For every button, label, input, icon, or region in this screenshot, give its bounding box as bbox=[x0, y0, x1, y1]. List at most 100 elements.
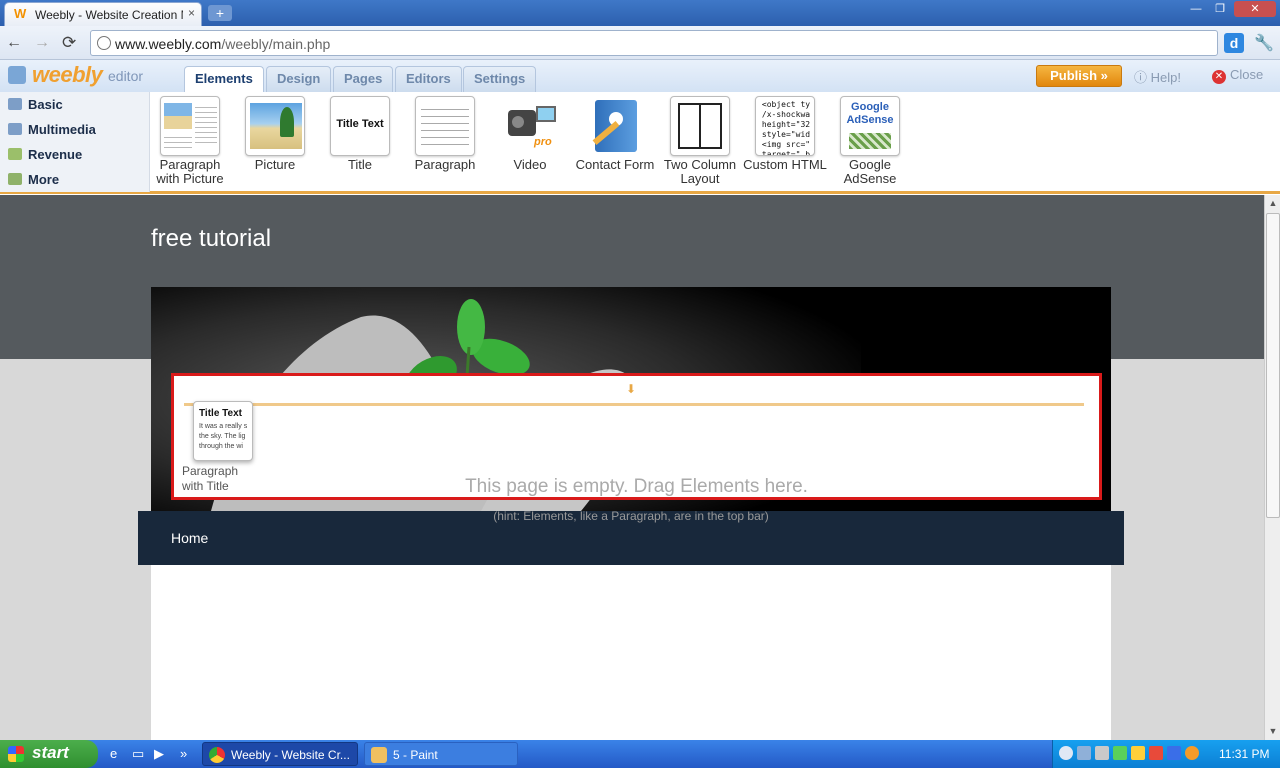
window-close-button[interactable]: ✕ bbox=[1234, 1, 1276, 17]
picture-icon bbox=[245, 96, 305, 156]
element-label: Picture bbox=[254, 157, 296, 172]
tab-editors[interactable]: Editors bbox=[395, 66, 462, 92]
element-label: Custom HTML bbox=[743, 157, 827, 172]
page-icon bbox=[97, 36, 111, 50]
folder-icon bbox=[8, 148, 22, 160]
bluetooth-icon[interactable] bbox=[1167, 746, 1181, 760]
browser-toolbar: ← → ⟳ www.weebly.com/weebly/main.php ☆ d… bbox=[0, 26, 1280, 60]
element-custom-html[interactable]: <object ty /x-shockwa height="32 style="… bbox=[743, 96, 827, 188]
element-two-column-layout[interactable]: Two Column Layout bbox=[658, 96, 742, 188]
element-picture[interactable]: Picture bbox=[233, 96, 317, 188]
logo-text: weebly bbox=[32, 62, 103, 87]
media-player-icon[interactable]: ▶ bbox=[154, 746, 170, 762]
category-multimedia[interactable]: Multimedia bbox=[8, 122, 148, 144]
category-basic[interactable]: Basic bbox=[8, 97, 148, 119]
start-label: start bbox=[32, 743, 69, 762]
adsense-icon: Google AdSense bbox=[840, 96, 900, 156]
element-title[interactable]: Title Text Title bbox=[318, 96, 402, 188]
contact-form-icon bbox=[585, 96, 645, 156]
quicklaunch-more-icon[interactable]: » bbox=[180, 746, 196, 762]
element-google-adsense[interactable]: Google AdSense Google AdSense bbox=[828, 96, 912, 188]
taskbar-item-weebly[interactable]: Weebly - Website Cr... bbox=[202, 742, 358, 766]
forward-arrow-icon[interactable]: → bbox=[34, 34, 52, 52]
title-thumb-text: Title Text bbox=[336, 118, 384, 130]
page-content bbox=[151, 565, 1111, 740]
folder-icon bbox=[8, 98, 22, 110]
wrench-icon[interactable]: 🔧 bbox=[1254, 33, 1274, 53]
publish-button[interactable]: Publish » bbox=[1036, 65, 1122, 87]
system-tray: 11:31 PM bbox=[1052, 740, 1280, 768]
internet-explorer-icon[interactable]: e bbox=[110, 746, 126, 762]
empty-page-message: This page is empty. Drag Elements here. bbox=[465, 476, 808, 497]
two-column-icon bbox=[670, 96, 730, 156]
insertion-indicator bbox=[184, 403, 1084, 406]
scroll-thumb[interactable] bbox=[1266, 213, 1280, 518]
category-label: Revenue bbox=[28, 147, 83, 162]
scroll-up-arrow-icon[interactable]: ▲ bbox=[1265, 195, 1280, 211]
chrome-icon bbox=[209, 747, 225, 763]
element-paragraph-with-picture[interactable]: Paragraph with Picture bbox=[148, 96, 232, 188]
browser-titlebar: W Weebly - Website Creation Ma × + — ❐ ✕ bbox=[0, 0, 1280, 26]
windows-logo-icon bbox=[8, 746, 24, 762]
network-icon[interactable] bbox=[1077, 746, 1091, 760]
help-link[interactable]: ⓘ Help! bbox=[1134, 67, 1198, 85]
antivirus-icon[interactable] bbox=[1149, 746, 1163, 760]
reload-icon[interactable]: ⟳ bbox=[62, 33, 82, 53]
element-label: Two Column Layout bbox=[663, 157, 737, 186]
tab-design[interactable]: Design bbox=[266, 66, 332, 92]
weebly-logo: weebly editor bbox=[8, 62, 158, 88]
browser-tab[interactable]: W Weebly - Website Creation Ma × bbox=[4, 2, 202, 26]
category-label: More bbox=[28, 172, 60, 187]
back-arrow-icon[interactable]: ← bbox=[6, 34, 24, 52]
new-tab-button[interactable]: + bbox=[208, 5, 232, 21]
clock: 11:31 PM bbox=[1219, 747, 1270, 761]
help-label: Help! bbox=[1150, 70, 1181, 85]
site-title[interactable]: free tutorial bbox=[151, 225, 271, 253]
tab-elements[interactable]: Elements bbox=[184, 66, 264, 93]
adsense-thumb-text: Google AdSense bbox=[846, 101, 894, 126]
tab-settings[interactable]: Settings bbox=[463, 66, 537, 92]
element-label: Paragraph with Picture bbox=[156, 157, 224, 186]
element-contact-form[interactable]: Contact Form bbox=[573, 96, 657, 188]
hint-text: (hint: Elements, like a Paragraph, are i… bbox=[493, 509, 769, 523]
taskbar-item-paint[interactable]: 5 - Paint bbox=[364, 742, 518, 766]
element-paragraph[interactable]: Paragraph bbox=[403, 96, 487, 188]
start-button[interactable]: start bbox=[0, 740, 98, 768]
tray-expand-icon[interactable] bbox=[1059, 746, 1073, 760]
element-label: Title bbox=[347, 157, 373, 172]
tab-title: Weebly - Website Creation Ma bbox=[35, 8, 183, 22]
tab-pages[interactable]: Pages bbox=[333, 66, 394, 92]
dragging-element-thumb[interactable]: Title Text It was a really s the sky. Th… bbox=[193, 401, 253, 461]
close-icon: ✕ bbox=[1212, 70, 1226, 84]
minimize-button[interactable]: — bbox=[1184, 1, 1208, 17]
printer-icon[interactable] bbox=[1095, 746, 1109, 760]
vertical-scrollbar[interactable]: ▲ ▼ bbox=[1264, 195, 1280, 740]
scroll-down-arrow-icon[interactable]: ▼ bbox=[1265, 723, 1280, 739]
nav-home-link[interactable]: Home bbox=[171, 530, 208, 546]
tab-close-icon[interactable]: × bbox=[188, 6, 200, 20]
video-camera-icon: pro bbox=[500, 96, 560, 156]
paragraph-picture-icon bbox=[160, 96, 220, 156]
close-editor-button[interactable]: ✕ Close bbox=[1212, 67, 1276, 85]
paragraph-icon bbox=[415, 96, 475, 156]
element-video[interactable]: pro Video bbox=[488, 96, 572, 188]
logo-subtitle: editor bbox=[108, 68, 144, 84]
category-more[interactable]: More bbox=[8, 172, 148, 194]
maximize-button[interactable]: ❐ bbox=[1208, 1, 1232, 17]
security-icon[interactable] bbox=[1113, 746, 1127, 760]
drop-zone[interactable]: ⬇ Title Text It was a really s the sky. … bbox=[171, 373, 1102, 500]
element-label: Google AdSense bbox=[843, 157, 897, 186]
update-icon[interactable] bbox=[1185, 746, 1199, 760]
category-revenue[interactable]: Revenue bbox=[8, 147, 148, 169]
address-bar[interactable]: www.weebly.com/weebly/main.php ☆ bbox=[90, 30, 1218, 56]
element-label: Video bbox=[513, 157, 547, 172]
html-thumb-code: <object ty /x-shockwa height="32 style="… bbox=[761, 100, 811, 156]
folder-icon bbox=[8, 123, 22, 135]
winamp-icon[interactable] bbox=[1131, 746, 1145, 760]
show-desktop-icon[interactable]: ▭ bbox=[132, 746, 148, 762]
drag-thumb-text: It was a really s the sky. The lig throu… bbox=[199, 423, 248, 450]
paint-icon bbox=[371, 747, 387, 763]
logo-mark-icon bbox=[8, 66, 26, 84]
extension-icon[interactable]: d bbox=[1224, 33, 1244, 53]
url-text[interactable]: www.weebly.com/weebly/main.php bbox=[115, 36, 715, 52]
